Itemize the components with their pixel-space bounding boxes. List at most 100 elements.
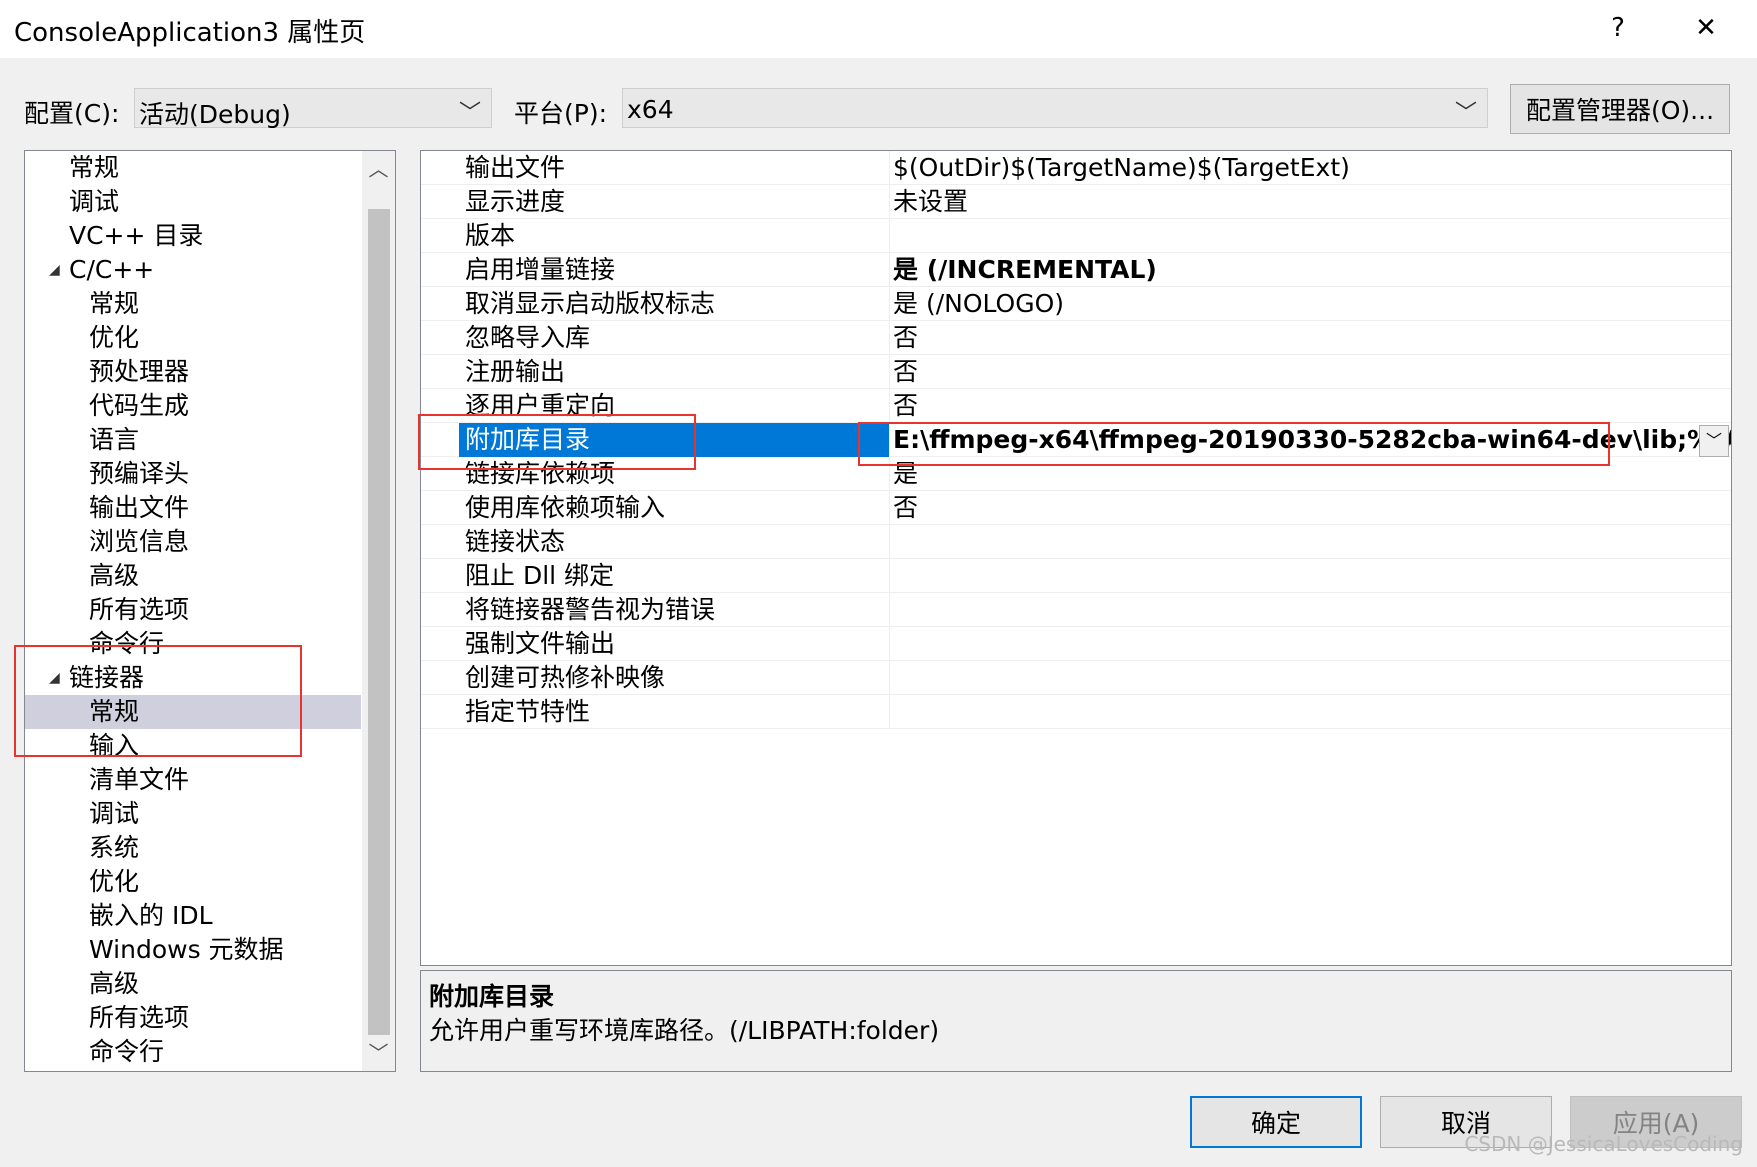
column-separator [889, 525, 890, 559]
tree-item[interactable]: 浏览信息 [25, 525, 361, 559]
property-name: 显示进度 [465, 187, 566, 216]
watermark: CSDN @JessicaLovesCoding [1464, 1132, 1743, 1156]
tree-item[interactable]: 优化 [25, 865, 361, 899]
highlight-box-property-name [418, 414, 696, 470]
title-bar: ConsoleApplication3 属性页 ? ✕ [0, 0, 1757, 58]
tree-item-label: Windows 元数据 [89, 935, 284, 964]
column-separator [889, 355, 890, 389]
property-value: 否 [893, 493, 919, 522]
column-separator [889, 185, 890, 219]
tree-item[interactable]: 高级 [25, 967, 361, 1001]
property-value: 是 (/NOLOGO) [893, 289, 1065, 318]
chevron-down-icon[interactable]: ﹀ [1699, 425, 1729, 457]
platform-dropdown[interactable]: x64 ﹀ [622, 88, 1488, 128]
tree-item[interactable]: ◢ C/C++ [25, 253, 361, 287]
property-name: 将链接器警告视为错误 [465, 595, 716, 624]
tree-item[interactable]: 常规 [25, 151, 361, 185]
config-value: 活动(Debug) [139, 100, 291, 129]
scroll-down-icon[interactable]: ﹀ [362, 1035, 395, 1071]
property-grid[interactable]: 输出文件 $(OutDir)$(TargetName)$(TargetExt) 显示… [420, 150, 1732, 966]
configuration-row: 配置(C): 活动(Debug) ﹀ 平台(P): x64 ﹀ 配置管理器(O)… [0, 84, 1757, 134]
tree-item-label: VC++ 目录 [69, 221, 204, 250]
tree-item[interactable]: 预处理器 [25, 355, 361, 389]
property-row[interactable]: 使用库依赖项输入 否 [421, 491, 1731, 525]
description-text: 允许用户重写环境库路径。(/LIBPATH:folder) [429, 1016, 940, 1045]
tree-item-label: 语言 [89, 425, 140, 454]
expander-icon[interactable]: ◢ [49, 253, 60, 287]
property-row[interactable]: 启用增量链接 是 (/INCREMENTAL) [421, 253, 1731, 287]
property-row[interactable]: 忽略导入库 否 [421, 321, 1731, 355]
tree-item-label: 清单文件 [89, 765, 190, 794]
property-name: 启用增量链接 [465, 255, 616, 284]
close-icon[interactable]: ✕ [1676, 6, 1736, 50]
property-name: 取消显示启动版权标志 [465, 289, 716, 318]
tree-item-label: 预处理器 [89, 357, 190, 386]
tree-item[interactable]: 常规 [25, 287, 361, 321]
property-name: 指定节特性 [465, 697, 591, 726]
property-tree[interactable]: 命令行 所有选项 高级 Windows 元数据 嵌入的 IDL 优化 系统 调试 清单文件 输入常… [24, 150, 396, 1072]
tree-item-label: 所有选项 [89, 1003, 190, 1032]
tree-item[interactable]: VC++ 目录 [25, 219, 361, 253]
property-row[interactable]: 强制文件输出 [421, 627, 1731, 661]
tree-item[interactable]: 命令行 [25, 1035, 361, 1069]
tree-item[interactable]: 优化 [25, 321, 361, 355]
tree-item[interactable]: 系统 [25, 831, 361, 865]
tree-item-label: 嵌入的 IDL [89, 901, 213, 930]
tree-scrollbar[interactable]: ︿ ﹀ [362, 151, 395, 1071]
tree-item-label: 输出文件 [89, 493, 190, 522]
scroll-up-icon[interactable]: ︿ [362, 151, 395, 187]
property-name: 版本 [465, 221, 516, 250]
tree-item[interactable]: 高级 [25, 559, 361, 593]
tree-item-label: 高级 [89, 969, 140, 998]
tree-item[interactable]: 语言 [25, 423, 361, 457]
chevron-down-icon: ﹀ [458, 101, 481, 126]
property-row[interactable]: 创建可热修补映像 [421, 661, 1731, 695]
property-name: 忽略导入库 [465, 323, 591, 352]
tree-item[interactable]: 代码生成 [25, 389, 361, 423]
tree-item[interactable]: 调试 [25, 185, 361, 219]
window-title: ConsoleApplication3 属性页 [14, 18, 366, 48]
tree-item[interactable]: 嵌入的 IDL [25, 899, 361, 933]
tree-item[interactable]: 输出文件 [25, 491, 361, 525]
tree-item[interactable]: 所有选项 [25, 593, 361, 627]
column-separator [889, 661, 890, 695]
tree-item[interactable]: 所有选项 [25, 1001, 361, 1035]
property-row[interactable]: 输出文件 $(OutDir)$(TargetName)$(TargetExt) [421, 151, 1731, 185]
column-separator [889, 287, 890, 321]
property-value: 否 [893, 391, 919, 420]
tree-item[interactable]: 预编译头 [25, 457, 361, 491]
tree-item-label: C/C++ [69, 255, 155, 284]
property-value: 否 [893, 323, 919, 352]
config-label: 配置(C): [24, 99, 120, 128]
tree-item-label: 常规 [89, 289, 140, 318]
property-row[interactable]: 注册输出 否 [421, 355, 1731, 389]
ok-button[interactable]: 确定 [1190, 1096, 1362, 1148]
configuration-manager-button[interactable]: 配置管理器(O)... [1510, 84, 1730, 134]
help-button[interactable]: ? [1588, 6, 1648, 50]
column-separator [889, 593, 890, 627]
property-value: 未设置 [893, 187, 969, 216]
tree-item[interactable]: 调试 [25, 797, 361, 831]
tree-item[interactable]: 清单文件 [25, 763, 361, 797]
description-title: 附加库目录 [429, 982, 555, 1011]
property-name: 使用库依赖项输入 [465, 493, 666, 522]
property-name: 阻止 Dll 绑定 [465, 561, 615, 590]
tree-item-label: 调试 [69, 187, 120, 216]
property-row[interactable]: 将链接器警告视为错误 [421, 593, 1731, 627]
property-row[interactable]: 链接状态 [421, 525, 1731, 559]
property-name: 注册输出 [465, 357, 566, 386]
tree-item-label: 常规 [69, 153, 120, 182]
property-name: 强制文件输出 [465, 629, 616, 658]
tree-item-label: 系统 [89, 833, 140, 862]
scrollbar-thumb[interactable] [368, 209, 390, 1035]
config-dropdown[interactable]: 活动(Debug) ﹀ [134, 88, 492, 129]
property-row[interactable]: 指定节特性 [421, 695, 1731, 729]
property-row[interactable]: 版本 [421, 219, 1731, 253]
property-row[interactable]: 阻止 Dll 绑定 [421, 559, 1731, 593]
column-separator [889, 559, 890, 593]
property-row[interactable]: 显示进度 未设置 [421, 185, 1731, 219]
tree-item[interactable]: Windows 元数据 [25, 933, 361, 967]
property-name: 创建可热修补映像 [465, 663, 666, 692]
tree-item-label: 预编译头 [89, 459, 190, 488]
property-row[interactable]: 取消显示启动版权标志 是 (/NOLOGO) [421, 287, 1731, 321]
